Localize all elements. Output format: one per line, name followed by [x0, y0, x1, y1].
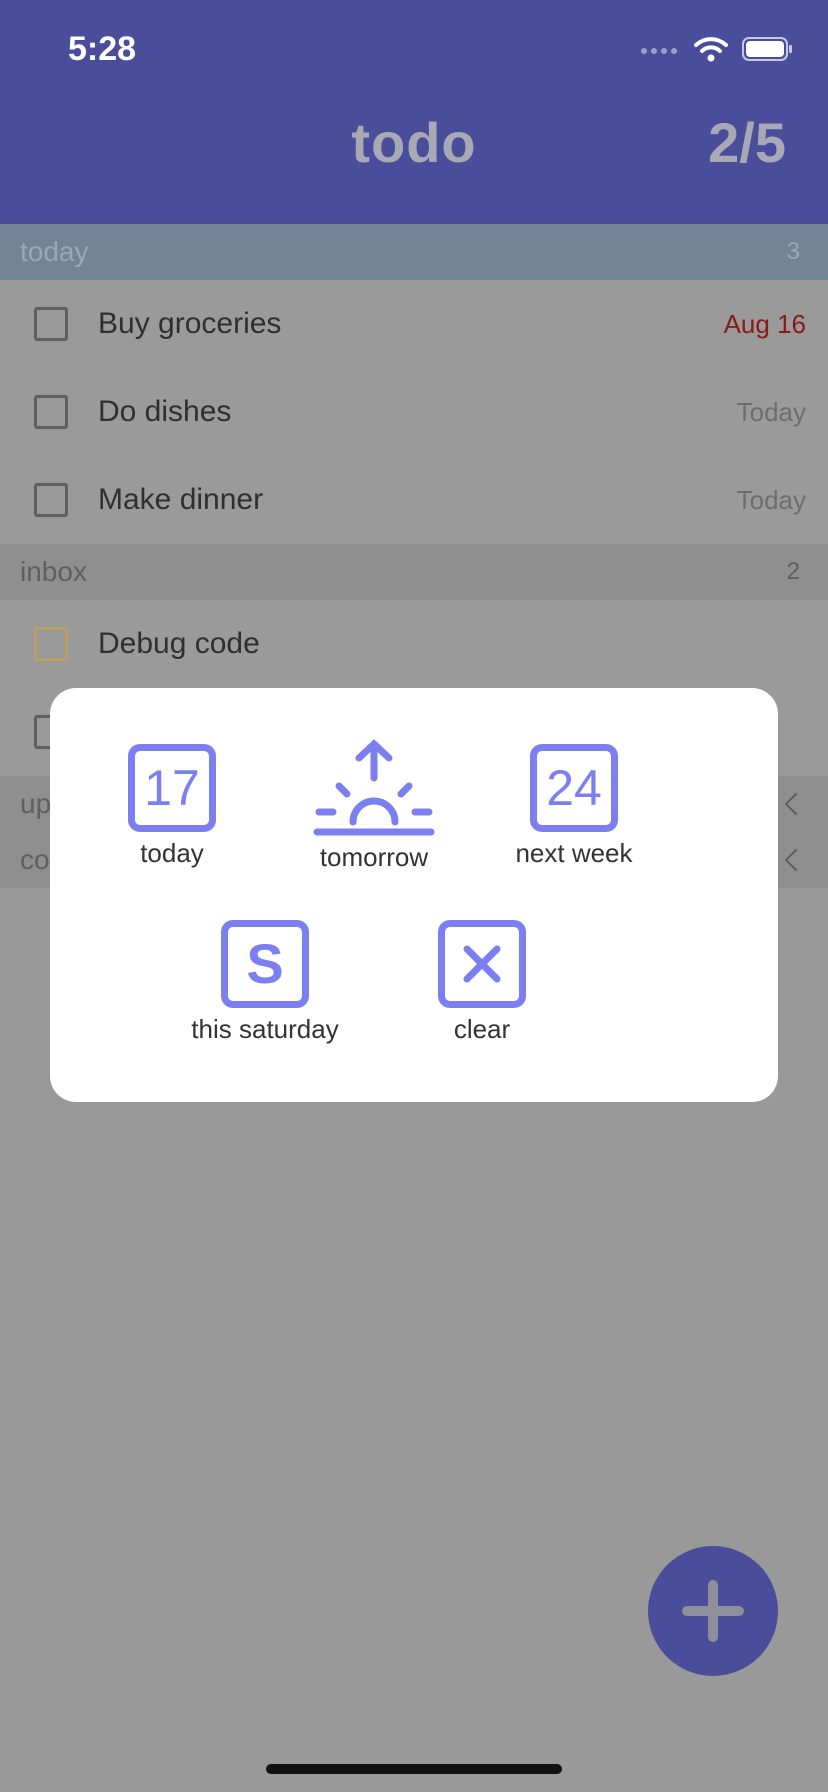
task-checkbox[interactable] — [34, 307, 68, 341]
task-row[interactable]: Debug code — [0, 600, 828, 688]
add-task-button[interactable] — [648, 1546, 778, 1676]
section-header-today[interactable]: today 3 — [0, 224, 828, 280]
home-indicator — [266, 1764, 562, 1774]
calendar-24-icon: 24 — [530, 744, 618, 832]
task-label: Do dishes — [98, 395, 232, 428]
section-header-inbox[interactable]: inbox 2 — [0, 544, 828, 600]
calendar-17-icon: 17 — [128, 744, 216, 832]
app-header: 5:28 todo 2/5 — [0, 0, 828, 224]
option-next-week[interactable]: 24 next week — [484, 744, 664, 869]
status-icons — [640, 36, 794, 62]
task-label: Debug code — [98, 627, 260, 660]
option-label: this saturday — [191, 1014, 339, 1044]
task-checkbox[interactable] — [34, 627, 68, 661]
task-row[interactable]: Make dinner Today — [0, 456, 828, 544]
option-label: next week — [515, 838, 633, 868]
chevron-left-icon — [784, 792, 808, 816]
chevron-left-icon — [784, 848, 808, 872]
task-label: Make dinner — [98, 483, 264, 516]
option-today[interactable]: 17 today — [82, 744, 262, 869]
sunrise-icon — [313, 739, 435, 836]
task-counter: 2/5 — [708, 111, 786, 174]
task-due-date: Today — [736, 396, 806, 427]
due-date-picker-modal: 17 today tomorrow 24 next week S this sa… — [50, 688, 778, 1102]
task-checkbox[interactable] — [34, 395, 68, 429]
section-count: 2 — [786, 558, 800, 585]
status-time: 5:28 — [68, 30, 137, 68]
section-label: up — [20, 788, 52, 819]
option-label: tomorrow — [319, 842, 429, 872]
task-row[interactable]: Do dishes Today — [0, 368, 828, 456]
clear-x-icon — [438, 920, 526, 1008]
section-count: 3 — [786, 238, 800, 265]
task-checkbox[interactable] — [34, 483, 68, 517]
wifi-icon — [694, 37, 728, 62]
cellular-signal-icon — [641, 48, 677, 54]
task-label: Buy groceries — [98, 307, 282, 340]
section-label: inbox — [20, 556, 87, 587]
option-label: today — [140, 838, 204, 868]
section-label: co — [20, 844, 50, 875]
option-label: clear — [453, 1014, 511, 1044]
saturday-s-icon: S — [221, 920, 309, 1008]
task-due-date: Aug 16 — [723, 308, 806, 339]
section-label: today — [20, 236, 89, 267]
task-due-date: Today — [736, 484, 806, 515]
option-clear[interactable]: clear — [392, 920, 572, 1045]
app-title: todo — [351, 111, 477, 174]
option-this-saturday[interactable]: S this saturday — [175, 920, 355, 1045]
battery-icon — [742, 37, 792, 61]
option-tomorrow[interactable]: tomorrow — [284, 738, 464, 873]
task-row[interactable]: Buy groceries Aug 16 — [0, 280, 828, 368]
plus-icon — [682, 1580, 744, 1642]
